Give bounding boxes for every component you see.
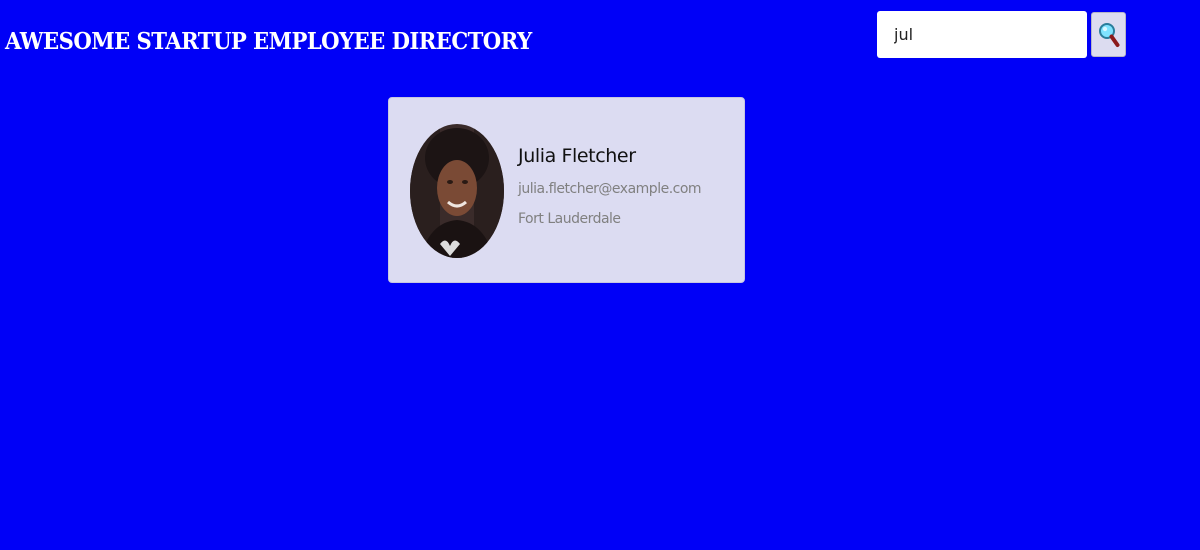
search-input[interactable] [877, 11, 1087, 58]
search-button[interactable] [1091, 12, 1126, 57]
employee-city: Fort Lauderdale [518, 211, 621, 227]
page-title: AWESOME STARTUP EMPLOYEE DIRECTORY [5, 28, 532, 55]
employee-card[interactable]: Julia Fletcher julia.fletcher@example.co… [388, 97, 745, 283]
employee-email: julia.fletcher@example.com [518, 181, 702, 197]
profile-photo [410, 124, 504, 258]
employee-info: Julia Fletcher julia.fletcher@example.co… [518, 145, 702, 227]
avatar [410, 124, 504, 258]
employee-name: Julia Fletcher [518, 145, 636, 167]
magnifier-icon [1098, 22, 1119, 47]
search-form [877, 11, 1126, 58]
